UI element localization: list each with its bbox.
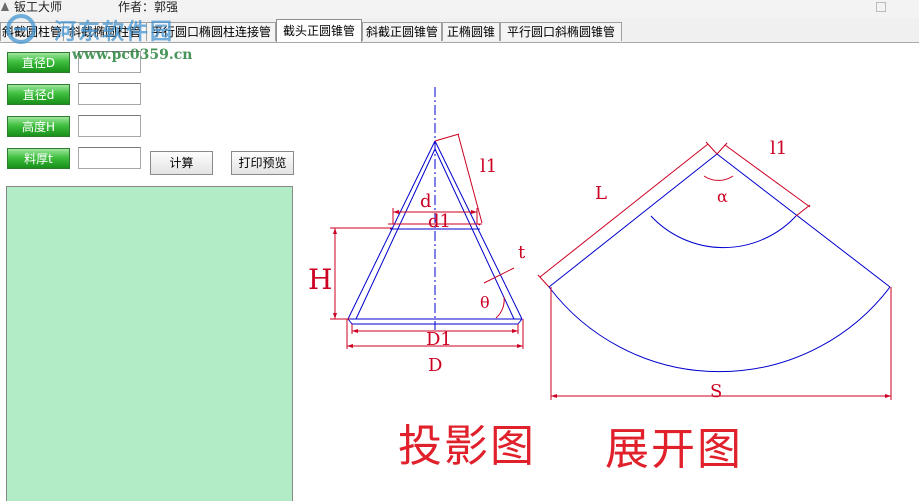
caption-development: 展开图	[605, 424, 743, 475]
maximize-icon[interactable]	[876, 2, 886, 12]
label-l1-development: l1	[770, 138, 787, 159]
result-panel	[6, 186, 293, 501]
label-S: S	[710, 381, 722, 402]
label-D: D	[428, 355, 442, 376]
label-t: t	[518, 242, 526, 263]
print-preview-button[interactable]: 打印预览	[231, 151, 294, 175]
label-d1: d1	[428, 211, 451, 232]
label-theta: θ	[480, 293, 490, 312]
development-dimensions	[537, 141, 892, 400]
tab-elliptic-cone[interactable]: 正椭圆锥	[442, 22, 500, 41]
label-H: H	[308, 263, 332, 296]
window-title: 钣工大师	[14, 0, 63, 14]
watermark-url: www.pc0359.cn	[72, 47, 193, 63]
param-button-diameter-D[interactable]: 直径D	[7, 52, 70, 73]
app-icon	[1, 2, 9, 11]
param-button-thickness-t[interactable]: 料厚t	[7, 148, 70, 169]
watermark-logo-icon	[6, 14, 36, 44]
caption-projection: 投影图	[398, 421, 536, 472]
label-L: L	[595, 183, 607, 204]
tab-parallel-round-oblique-elliptic-cone[interactable]: 平行圆口斜椭圆锥管	[500, 22, 622, 41]
label-D1: D1	[426, 329, 452, 350]
tab-truncated-cone[interactable]: 截头正圆锥管	[276, 19, 362, 42]
input-thickness-t[interactable]	[78, 147, 141, 169]
input-diameter-d[interactable]	[78, 83, 141, 105]
label-l1: l1	[480, 156, 497, 177]
input-height-H[interactable]	[78, 115, 141, 137]
label-d: d	[420, 191, 432, 212]
author-label: 作者：郭强	[118, 0, 179, 14]
param-button-height-H[interactable]: 高度H	[7, 116, 70, 137]
watermark-text: 河东软件园	[54, 20, 175, 45]
param-button-diameter-d[interactable]: 直径d	[7, 84, 70, 105]
label-alpha: α	[717, 187, 728, 206]
calculate-button[interactable]: 计算	[150, 151, 213, 175]
tab-oblique-truncated-cone[interactable]: 斜截正圆锥管	[362, 22, 442, 41]
